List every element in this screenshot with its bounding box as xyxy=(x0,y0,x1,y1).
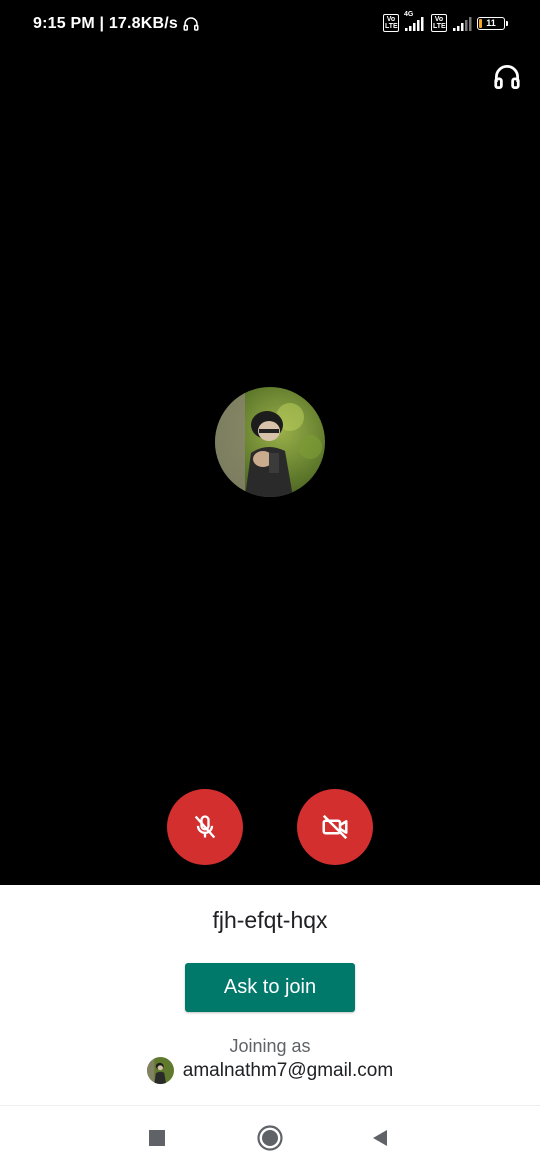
avatar-photo-small xyxy=(146,1057,174,1084)
square-icon xyxy=(149,1130,165,1146)
join-sheet: fjh-efqt-hqx Ask to join Joining as amal… xyxy=(0,885,540,1105)
battery-level-text: 11 xyxy=(486,18,496,28)
status-left: 9:15 PM | 17.8KB/s xyxy=(33,15,200,33)
mic-off-icon xyxy=(194,815,216,839)
joining-as-label: Joining as xyxy=(229,1036,311,1056)
time-speed-text: 9:15 PM | 17.8KB/s xyxy=(33,15,179,32)
battery-body: 11 xyxy=(477,16,505,30)
back-button[interactable] xyxy=(366,1124,394,1152)
mic-toggle-button[interactable] xyxy=(167,789,243,865)
battery-icon: 11 xyxy=(477,16,508,30)
account-row[interactable]: amalnathm7@gmail.com xyxy=(0,1057,540,1084)
battery-fill xyxy=(479,18,482,28)
back-triangle-icon xyxy=(373,1130,387,1146)
user-avatar-small xyxy=(146,1057,174,1084)
signal-strength-icon-2 xyxy=(453,17,472,31)
navigation-bar xyxy=(0,1105,540,1170)
battery-tip xyxy=(506,20,508,26)
status-right: Vo LTE 4G Vo LTE 11 xyxy=(383,11,508,32)
headset-notification-icon xyxy=(183,17,199,31)
recents-button[interactable] xyxy=(143,1124,171,1152)
screen: 9:15 PM | 17.8KB/s Vo LTE 4G Vo LTE 11 f… xyxy=(0,0,540,1170)
signal-4g: 4G xyxy=(404,11,426,31)
status-bar: 9:15 PM | 17.8KB/s Vo LTE 4G Vo LTE 11 xyxy=(0,0,540,48)
user-avatar-large xyxy=(215,387,325,497)
meeting-code: fjh-efqt-hqx xyxy=(212,907,328,933)
circle-icon xyxy=(257,1125,283,1151)
ask-to-join-button[interactable]: Ask to join xyxy=(185,963,355,1012)
avatar-photo xyxy=(215,387,325,497)
volte-icon-2: Vo LTE xyxy=(431,14,447,32)
headset-icon xyxy=(494,65,520,89)
account-email: amalnathm7@gmail.com xyxy=(182,1059,394,1081)
network-type-label: 4G xyxy=(404,11,414,18)
volte-icon: Vo LTE xyxy=(383,14,399,32)
audio-output-button[interactable] xyxy=(492,62,522,92)
home-button[interactable] xyxy=(256,1124,284,1152)
camera-off-icon xyxy=(322,814,348,840)
camera-toggle-button[interactable] xyxy=(297,789,373,865)
